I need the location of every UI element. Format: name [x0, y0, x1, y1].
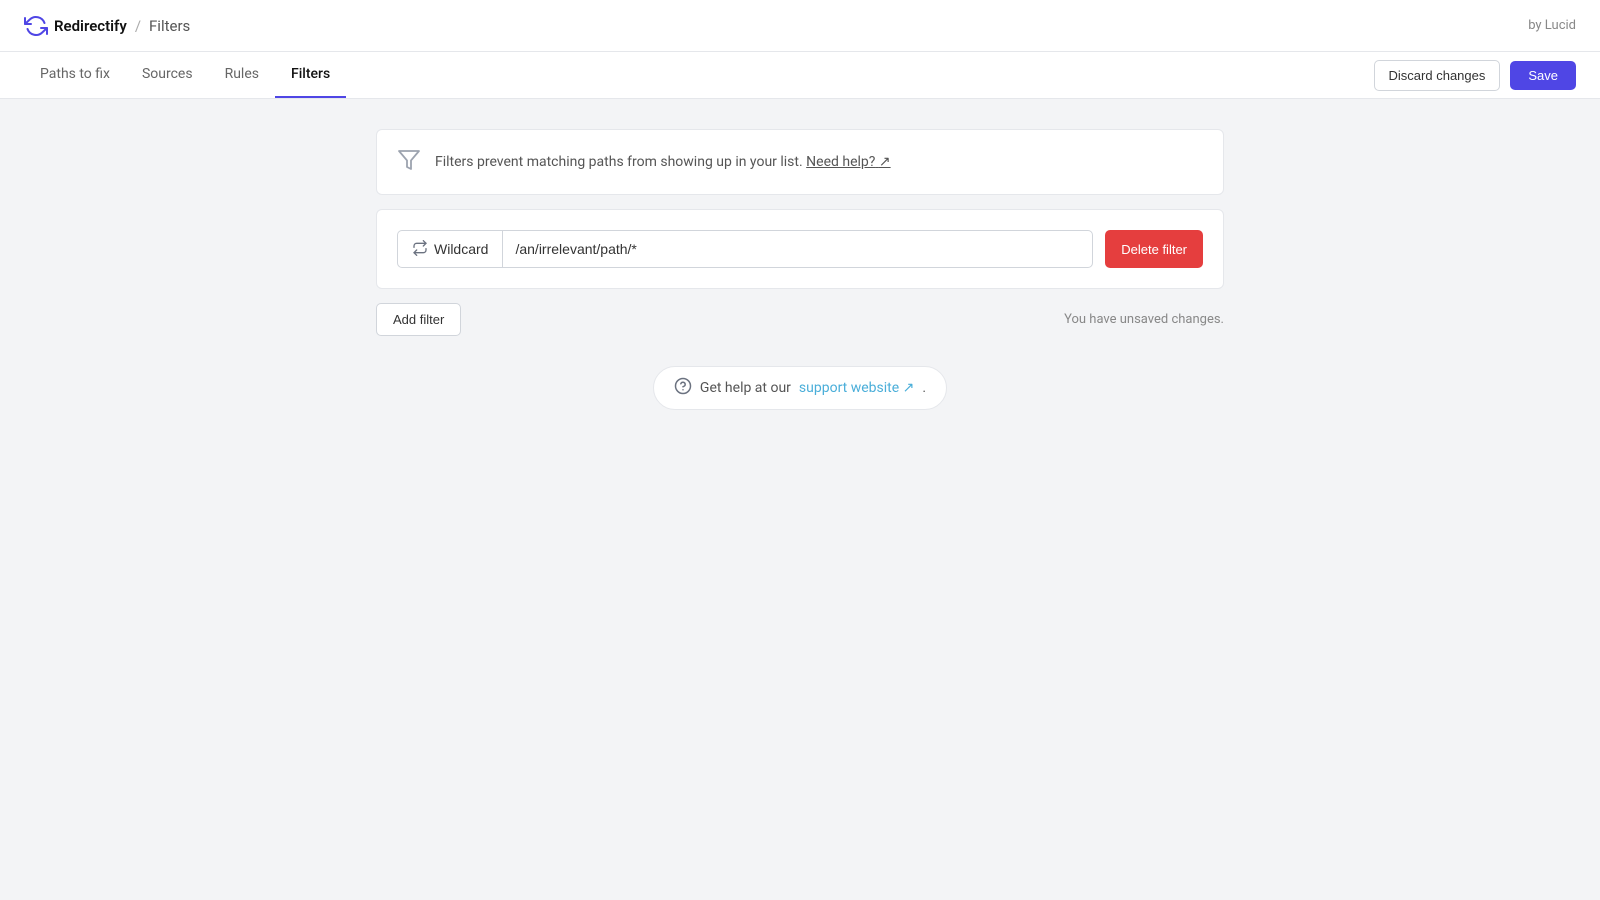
discard-changes-button[interactable]: Discard changes	[1374, 60, 1501, 91]
info-card: Filters prevent matching paths from show…	[376, 129, 1224, 195]
header: Redirectify / Filters by Lucid	[0, 0, 1600, 52]
filter-type-label: Wildcard	[434, 241, 488, 257]
nav-tabs: Paths to fix Sources Rules Filters Disca…	[0, 52, 1600, 99]
tab-rules[interactable]: Rules	[209, 52, 275, 98]
tabs-list: Paths to fix Sources Rules Filters	[24, 52, 346, 98]
filter-card: Wildcard Delete filter	[376, 209, 1224, 289]
delete-filter-button[interactable]: Delete filter	[1105, 230, 1203, 268]
header-actions: Discard changes Save	[1374, 60, 1576, 91]
support-website-link[interactable]: support website ↗	[799, 380, 914, 396]
page-title: Filters	[149, 17, 190, 35]
help-text-after: .	[922, 380, 926, 396]
add-filter-button[interactable]: Add filter	[376, 303, 461, 336]
help-pill: Get help at our support website ↗ .	[653, 366, 947, 410]
logo-icon	[24, 14, 48, 38]
header-left: Redirectify / Filters	[24, 14, 190, 38]
help-circle-icon	[674, 377, 692, 399]
bottom-row: Add filter You have unsaved changes.	[376, 303, 1224, 336]
save-button[interactable]: Save	[1510, 61, 1576, 90]
tab-paths-to-fix[interactable]: Paths to fix	[24, 52, 126, 98]
tab-sources[interactable]: Sources	[126, 52, 209, 98]
brand-name: Redirectify	[54, 17, 127, 35]
filter-row: Wildcard Delete filter	[397, 230, 1203, 268]
breadcrumb-separator: /	[135, 17, 141, 35]
filter-type-button[interactable]: Wildcard	[397, 230, 502, 268]
logo[interactable]: Redirectify	[24, 14, 127, 38]
filters-icon	[397, 148, 421, 176]
main-content: Filters prevent matching paths from show…	[360, 129, 1240, 410]
help-text-before: Get help at our	[700, 380, 791, 396]
wildcard-icon	[412, 240, 428, 259]
filter-path-input[interactable]	[502, 230, 1093, 268]
header-attribution: by Lucid	[1528, 18, 1576, 33]
unsaved-changes-text: You have unsaved changes.	[1064, 312, 1224, 327]
tab-filters[interactable]: Filters	[275, 52, 346, 98]
need-help-link[interactable]: Need help? ↗	[806, 154, 890, 170]
info-text: Filters prevent matching paths from show…	[435, 154, 891, 170]
